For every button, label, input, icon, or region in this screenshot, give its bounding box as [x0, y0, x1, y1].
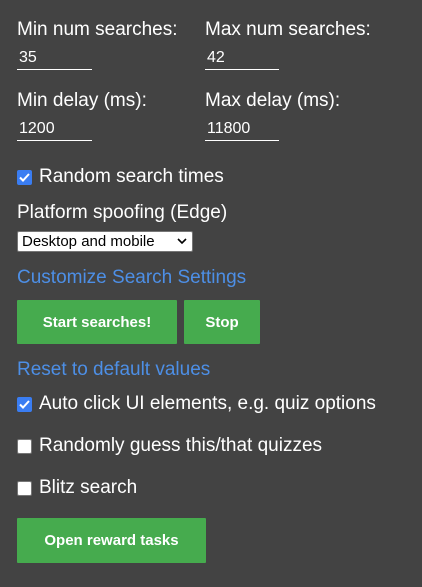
blitz-checkbox[interactable]: [17, 480, 32, 496]
platform-select[interactable]: Desktop and mobile: [17, 231, 193, 252]
checkmark-icon: [19, 172, 30, 182]
auto-click-checkbox[interactable]: [17, 396, 32, 412]
open-reward-tasks-button[interactable]: Open reward tasks: [17, 518, 206, 563]
platform-label: Platform spoofing (Edge): [17, 202, 228, 223]
random-guess-checkbox[interactable]: [17, 438, 32, 454]
start-searches-button[interactable]: Start searches!: [17, 300, 177, 344]
customize-search-link[interactable]: Customize Search Settings: [17, 267, 246, 289]
auto-click-label: Auto click UI elements, e.g. quiz option…: [39, 393, 376, 414]
max-delay-input[interactable]: [205, 117, 279, 141]
random-times-checkbox[interactable]: [17, 169, 32, 185]
chevron-down-icon: [174, 234, 190, 250]
checkmark-icon: [19, 399, 30, 409]
auto-click-row[interactable]: Auto click UI elements, e.g. quiz option…: [17, 393, 376, 415]
random-times-label: Random search times: [39, 166, 224, 187]
min-delay-label: Min delay (ms):: [17, 90, 147, 111]
max-searches-label: Max num searches:: [205, 19, 371, 40]
max-delay-label: Max delay (ms):: [205, 90, 341, 111]
max-searches-input[interactable]: [205, 46, 279, 70]
random-times-row[interactable]: Random search times: [17, 166, 224, 188]
reset-defaults-link[interactable]: Reset to default values: [17, 359, 210, 381]
min-searches-label: Min num searches:: [17, 19, 178, 40]
min-searches-input[interactable]: [17, 46, 92, 70]
blitz-label: Blitz search: [39, 477, 138, 498]
random-guess-label: Randomly guess this/that quizzes: [39, 435, 323, 456]
stop-button[interactable]: Stop: [184, 300, 260, 344]
blitz-row[interactable]: Blitz search: [17, 477, 137, 499]
min-delay-input[interactable]: [17, 117, 92, 141]
random-guess-row[interactable]: Randomly guess this/that quizzes: [17, 435, 322, 457]
platform-selected-value: Desktop and mobile: [22, 233, 155, 250]
